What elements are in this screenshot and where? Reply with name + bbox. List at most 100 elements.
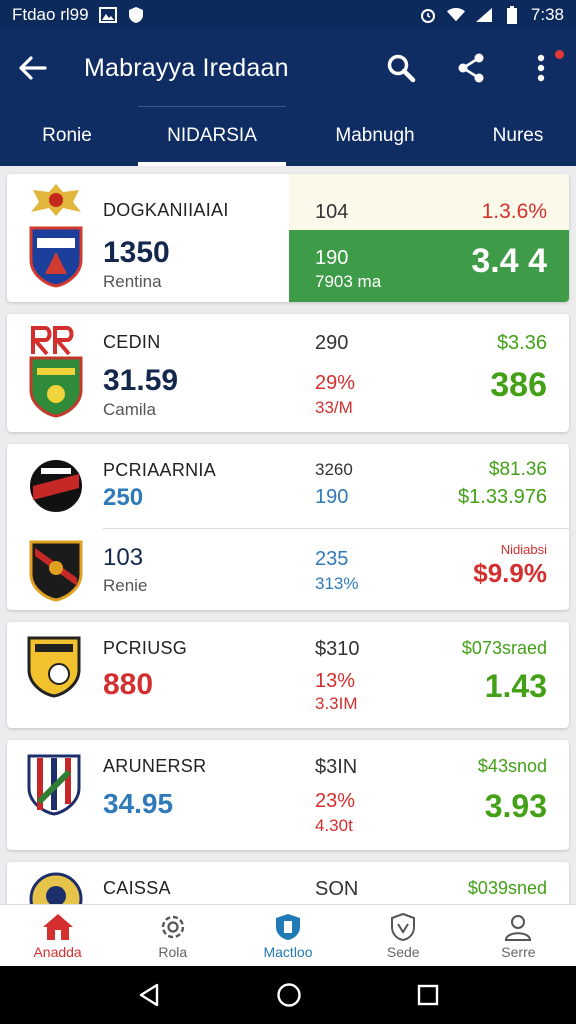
team-crest-icon [27, 754, 81, 816]
mid-value: 23% [315, 790, 356, 812]
search-button[interactable] [366, 30, 436, 106]
team-card[interactable]: PCRIAARNIA 250 3260 190 $81.36 $1.33.976… [7, 444, 569, 610]
team-value: 1350 [103, 236, 170, 269]
share-button[interactable] [436, 30, 506, 106]
change-value: $039sned [467, 878, 547, 898]
team-name: PCRIUSG [103, 638, 188, 658]
nav-label: Sede [386, 943, 420, 960]
alarm-icon [419, 6, 437, 24]
price-value: 1.43 [484, 668, 547, 704]
status-carrier: Ftdao rl99 [12, 5, 89, 24]
team-value: 34.95 [103, 788, 174, 819]
share-icon [458, 53, 484, 83]
bottom-navigation: Anadda Rola Mactloo Sede Serre [0, 904, 576, 966]
team-value: 103 [103, 544, 144, 571]
back-button[interactable] [0, 30, 66, 106]
team-subtitle: Camila [103, 400, 156, 419]
nav-label: Rola [158, 943, 188, 960]
mid-subtitle: 3.3IM [315, 694, 358, 713]
app-bar: Mabrayya Iredaan [0, 30, 576, 106]
mid-top-value: $310 [315, 638, 360, 660]
team-name: ARUNERSR [103, 756, 207, 776]
signal-icon [475, 6, 493, 24]
team-crest-icon [29, 540, 83, 602]
team-wordmark-icon [30, 326, 74, 356]
team-crest-icon [27, 636, 81, 698]
status-bar: Ftdao rl99 7:38 [0, 0, 576, 30]
nav-sede[interactable]: Sede [346, 905, 461, 966]
team-crest-icon [29, 872, 83, 904]
mid-top-value: 3260 [315, 460, 353, 479]
status-time: 7:38 [530, 5, 564, 24]
tab-nidarsia[interactable]: NIDARSIA [134, 106, 290, 166]
page-title: Mabrayya Iredaan [84, 53, 289, 82]
team-subtitle: Rentina [103, 272, 162, 291]
system-recents-icon[interactable] [417, 984, 439, 1006]
change-value: $43snod [477, 756, 547, 776]
gallery-icon [98, 6, 117, 24]
team-crest-icon [29, 226, 83, 288]
price-value: 386 [490, 366, 547, 404]
change-value: $073sraed [461, 638, 547, 658]
home-icon [42, 913, 73, 940]
team-subtitle: Renie [103, 576, 148, 595]
search-icon [387, 54, 416, 83]
nav-rola[interactable]: Rola [115, 905, 230, 966]
more-vert-icon [537, 54, 545, 82]
team-card[interactable]: DOGKANIIAIAI 1350 Rentina 104 190 7903 m… [7, 174, 569, 302]
row-divider [103, 528, 569, 529]
change-percent: $3.36 [496, 332, 547, 354]
mid-subtitle: 7903 ma [315, 272, 382, 291]
mid-value: 13% [315, 670, 356, 692]
shield-notif-icon [127, 6, 145, 24]
gear-icon [161, 915, 184, 938]
battery-icon [503, 6, 521, 24]
mid-top-value: $3IN [315, 756, 358, 778]
team-card[interactable]: CAISSA SON $039sned [7, 862, 569, 904]
mid-subtitle: 33/M [315, 398, 353, 417]
mid-top-value: SON [315, 878, 359, 900]
team-card[interactable]: PCRIUSG 880 $310 13% 3.3IM $073sraed 1.4… [7, 622, 569, 728]
mid-value: 235 [315, 548, 349, 570]
tab-bar: Ronie NIDARSIA Mabnugh Nures [0, 106, 576, 166]
system-navigation-bar [0, 966, 576, 1024]
team-name: PCRIAARNIA [103, 460, 217, 480]
team-value: 880 [103, 668, 154, 701]
nav-home[interactable]: Anadda [0, 905, 115, 966]
price-value: $1.33.976 [458, 486, 547, 508]
team-crest-icon [28, 458, 84, 514]
eagle-crest-icon [31, 184, 81, 216]
mid-top-value: 104 [315, 201, 349, 223]
nav-mactloo[interactable]: Mactloo [230, 905, 345, 966]
team-value: 250 [103, 484, 144, 511]
heart-shield-icon [391, 912, 416, 941]
team-name: DOGKANIIAIAI [103, 200, 229, 220]
nav-serre[interactable]: Serre [461, 905, 576, 966]
team-crest-icon [29, 356, 83, 418]
mid-subtitle: 4.30t [315, 816, 353, 835]
change-label: Nidiabsi [500, 542, 547, 557]
mid-subtitle: 313% [315, 574, 359, 593]
mid-value: 190 [315, 247, 349, 269]
tab-mabnugh[interactable]: Mabnugh [290, 106, 460, 166]
system-back-icon[interactable] [137, 983, 161, 1007]
change-percent: 1.3.6% [481, 200, 547, 223]
shield-icon [276, 913, 300, 940]
change-value: $81.36 [488, 459, 547, 480]
team-name: CAISSA [103, 878, 171, 898]
nav-label: Serre [501, 943, 536, 960]
more-options-button[interactable] [506, 30, 576, 106]
system-home-icon[interactable] [276, 982, 302, 1008]
mid-top-value: 290 [315, 332, 349, 354]
notification-dot [555, 50, 564, 59]
team-card[interactable]: CEDIN 31.59 Camila 290 29% 33/M $3.36 38… [7, 314, 569, 432]
nav-label: Anadda [33, 943, 82, 960]
team-name: CEDIN [103, 332, 161, 352]
price-value: $9.9% [473, 558, 547, 588]
price-value: 3.93 [484, 788, 547, 824]
team-card[interactable]: ARUNERSR 34.95 $3IN 23% 4.30t $43snod 3.… [7, 740, 569, 850]
tab-nures[interactable]: Nures [460, 106, 576, 166]
person-icon [505, 914, 532, 941]
tab-ronie[interactable]: Ronie [0, 106, 134, 166]
mid-value: 29% [315, 372, 356, 394]
